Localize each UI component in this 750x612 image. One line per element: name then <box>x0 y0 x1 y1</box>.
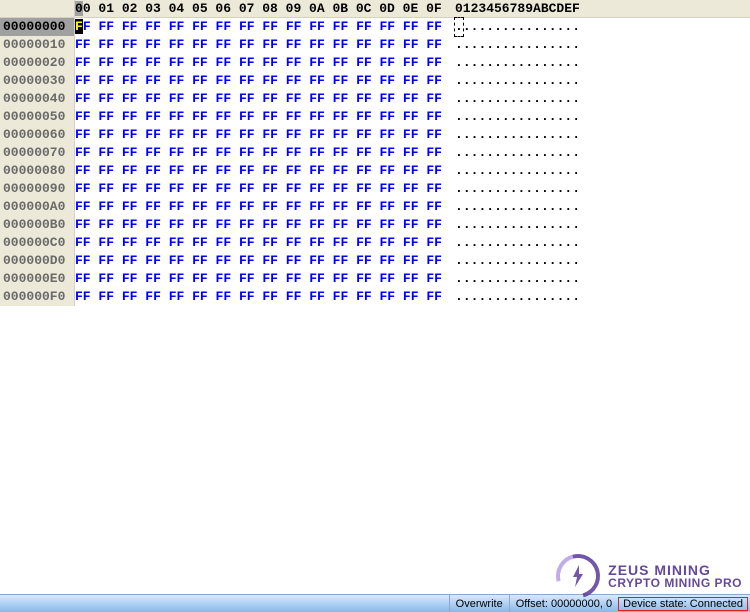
header-hex-columns: 00 01 02 03 04 05 06 07 08 09 0A 0B 0C 0… <box>75 0 443 17</box>
hex-row[interactable]: 00000040FF FF FF FF FF FF FF FF FF FF FF… <box>0 90 750 108</box>
ascii-bytes[interactable]: ................ <box>443 252 643 270</box>
offset-cell: 000000E0 <box>0 270 75 288</box>
hex-row[interactable]: 00000060FF FF FF FF FF FF FF FF FF FF FF… <box>0 126 750 144</box>
hex-row[interactable]: 00000020FF FF FF FF FF FF FF FF FF FF FF… <box>0 54 750 72</box>
ascii-bytes[interactable]: ................ <box>443 72 643 90</box>
offset-cell: 000000B0 <box>0 216 75 234</box>
hex-bytes[interactable]: FF FF FF FF FF FF FF FF FF FF FF FF FF F… <box>75 270 443 288</box>
ascii-bytes[interactable]: ................ <box>443 144 643 162</box>
ascii-bytes[interactable]: ................ <box>443 234 643 252</box>
hex-row[interactable]: 000000B0FF FF FF FF FF FF FF FF FF FF FF… <box>0 216 750 234</box>
status-mode: Overwrite <box>449 595 509 612</box>
offset-cell: 00000050 <box>0 108 75 126</box>
offset-cell: 00000030 <box>0 72 75 90</box>
hex-bytes[interactable]: FF FF FF FF FF FF FF FF FF FF FF FF FF F… <box>75 252 443 270</box>
offset-cell: 00000010 <box>0 36 75 54</box>
status-device-state: Device state: Connected <box>618 597 748 611</box>
hex-bytes[interactable]: FF FF FF FF FF FF FF FF FF FF FF FF FF F… <box>75 198 443 216</box>
hex-row[interactable]: 00000010FF FF FF FF FF FF FF FF FF FF FF… <box>0 36 750 54</box>
offset-cell: 00000080 <box>0 162 75 180</box>
ascii-bytes[interactable]: ................ <box>443 54 643 72</box>
ascii-bytes[interactable]: ................ <box>443 162 643 180</box>
hex-bytes[interactable]: FF FF FF FF FF FF FF FF FF FF FF FF FF F… <box>75 216 443 234</box>
header-offset-gutter <box>0 0 75 17</box>
offset-cell: 00000060 <box>0 126 75 144</box>
hex-row[interactable]: 00000080FF FF FF FF FF FF FF FF FF FF FF… <box>0 162 750 180</box>
status-offset: Offset: 00000000, 0 <box>509 595 618 612</box>
offset-cell: 00000090 <box>0 180 75 198</box>
hex-bytes[interactable]: FF FF FF FF FF FF FF FF FF FF FF FF FF F… <box>75 288 443 306</box>
hex-row[interactable]: 00000070FF FF FF FF FF FF FF FF FF FF FF… <box>0 144 750 162</box>
offset-cell: 000000F0 <box>0 288 75 306</box>
hex-row[interactable]: 000000C0FF FF FF FF FF FF FF FF FF FF FF… <box>0 234 750 252</box>
offset-cell: 00000040 <box>0 90 75 108</box>
offset-cell: 00000000 <box>0 18 75 36</box>
offset-cell: 00000070 <box>0 144 75 162</box>
hex-bytes[interactable]: FF FF FF FF FF FF FF FF FF FF FF FF FF F… <box>75 162 443 180</box>
hex-header: 00 01 02 03 04 05 06 07 08 09 0A 0B 0C 0… <box>0 0 750 18</box>
offset-cell: 000000A0 <box>0 198 75 216</box>
hex-bytes[interactable]: FF FF FF FF FF FF FF FF FF FF FF FF FF F… <box>75 18 443 36</box>
ascii-bytes[interactable]: ................ <box>443 108 643 126</box>
hex-bytes[interactable]: FF FF FF FF FF FF FF FF FF FF FF FF FF F… <box>75 234 443 252</box>
hex-bytes[interactable]: FF FF FF FF FF FF FF FF FF FF FF FF FF F… <box>75 108 443 126</box>
ascii-bytes[interactable]: ................ <box>443 90 643 108</box>
hex-bytes[interactable]: FF FF FF FF FF FF FF FF FF FF FF FF FF F… <box>75 90 443 108</box>
ascii-bytes[interactable]: ................ <box>443 270 643 288</box>
hex-bytes[interactable]: FF FF FF FF FF FF FF FF FF FF FF FF FF F… <box>75 180 443 198</box>
header-ascii-columns: 0123456789ABCDEF <box>443 0 580 17</box>
hex-bytes[interactable]: FF FF FF FF FF FF FF FF FF FF FF FF FF F… <box>75 144 443 162</box>
status-bar: Overwrite Offset: 00000000, 0 Device sta… <box>0 594 750 612</box>
offset-cell: 000000C0 <box>0 234 75 252</box>
ascii-bytes[interactable]: ................ <box>443 126 643 144</box>
hex-row[interactable]: 000000F0FF FF FF FF FF FF FF FF FF FF FF… <box>0 288 750 306</box>
hex-row[interactable]: 00000050FF FF FF FF FF FF FF FF FF FF FF… <box>0 108 750 126</box>
hex-bytes[interactable]: FF FF FF FF FF FF FF FF FF FF FF FF FF F… <box>75 36 443 54</box>
hex-bytes[interactable]: FF FF FF FF FF FF FF FF FF FF FF FF FF F… <box>75 126 443 144</box>
hex-row[interactable]: 00000030FF FF FF FF FF FF FF FF FF FF FF… <box>0 72 750 90</box>
hex-row[interactable]: 000000D0FF FF FF FF FF FF FF FF FF FF FF… <box>0 252 750 270</box>
hex-row[interactable]: 00000000FF FF FF FF FF FF FF FF FF FF FF… <box>0 18 750 36</box>
hex-row[interactable]: 000000E0FF FF FF FF FF FF FF FF FF FF FF… <box>0 270 750 288</box>
ascii-bytes[interactable]: ................ <box>443 216 643 234</box>
offset-cell: 000000D0 <box>0 252 75 270</box>
hex-row[interactable]: 00000090FF FF FF FF FF FF FF FF FF FF FF… <box>0 180 750 198</box>
ascii-bytes[interactable]: ................ <box>443 288 643 306</box>
ascii-bytes[interactable]: ................ <box>443 18 643 36</box>
hex-row[interactable]: 000000A0FF FF FF FF FF FF FF FF FF FF FF… <box>0 198 750 216</box>
ascii-bytes[interactable]: ................ <box>443 180 643 198</box>
hex-grid[interactable]: 00000000FF FF FF FF FF FF FF FF FF FF FF… <box>0 18 750 594</box>
hex-bytes[interactable]: FF FF FF FF FF FF FF FF FF FF FF FF FF F… <box>75 54 443 72</box>
ascii-bytes[interactable]: ................ <box>443 198 643 216</box>
hex-bytes[interactable]: FF FF FF FF FF FF FF FF FF FF FF FF FF F… <box>75 72 443 90</box>
offset-cell: 00000020 <box>0 54 75 72</box>
ascii-bytes[interactable]: ................ <box>443 36 643 54</box>
